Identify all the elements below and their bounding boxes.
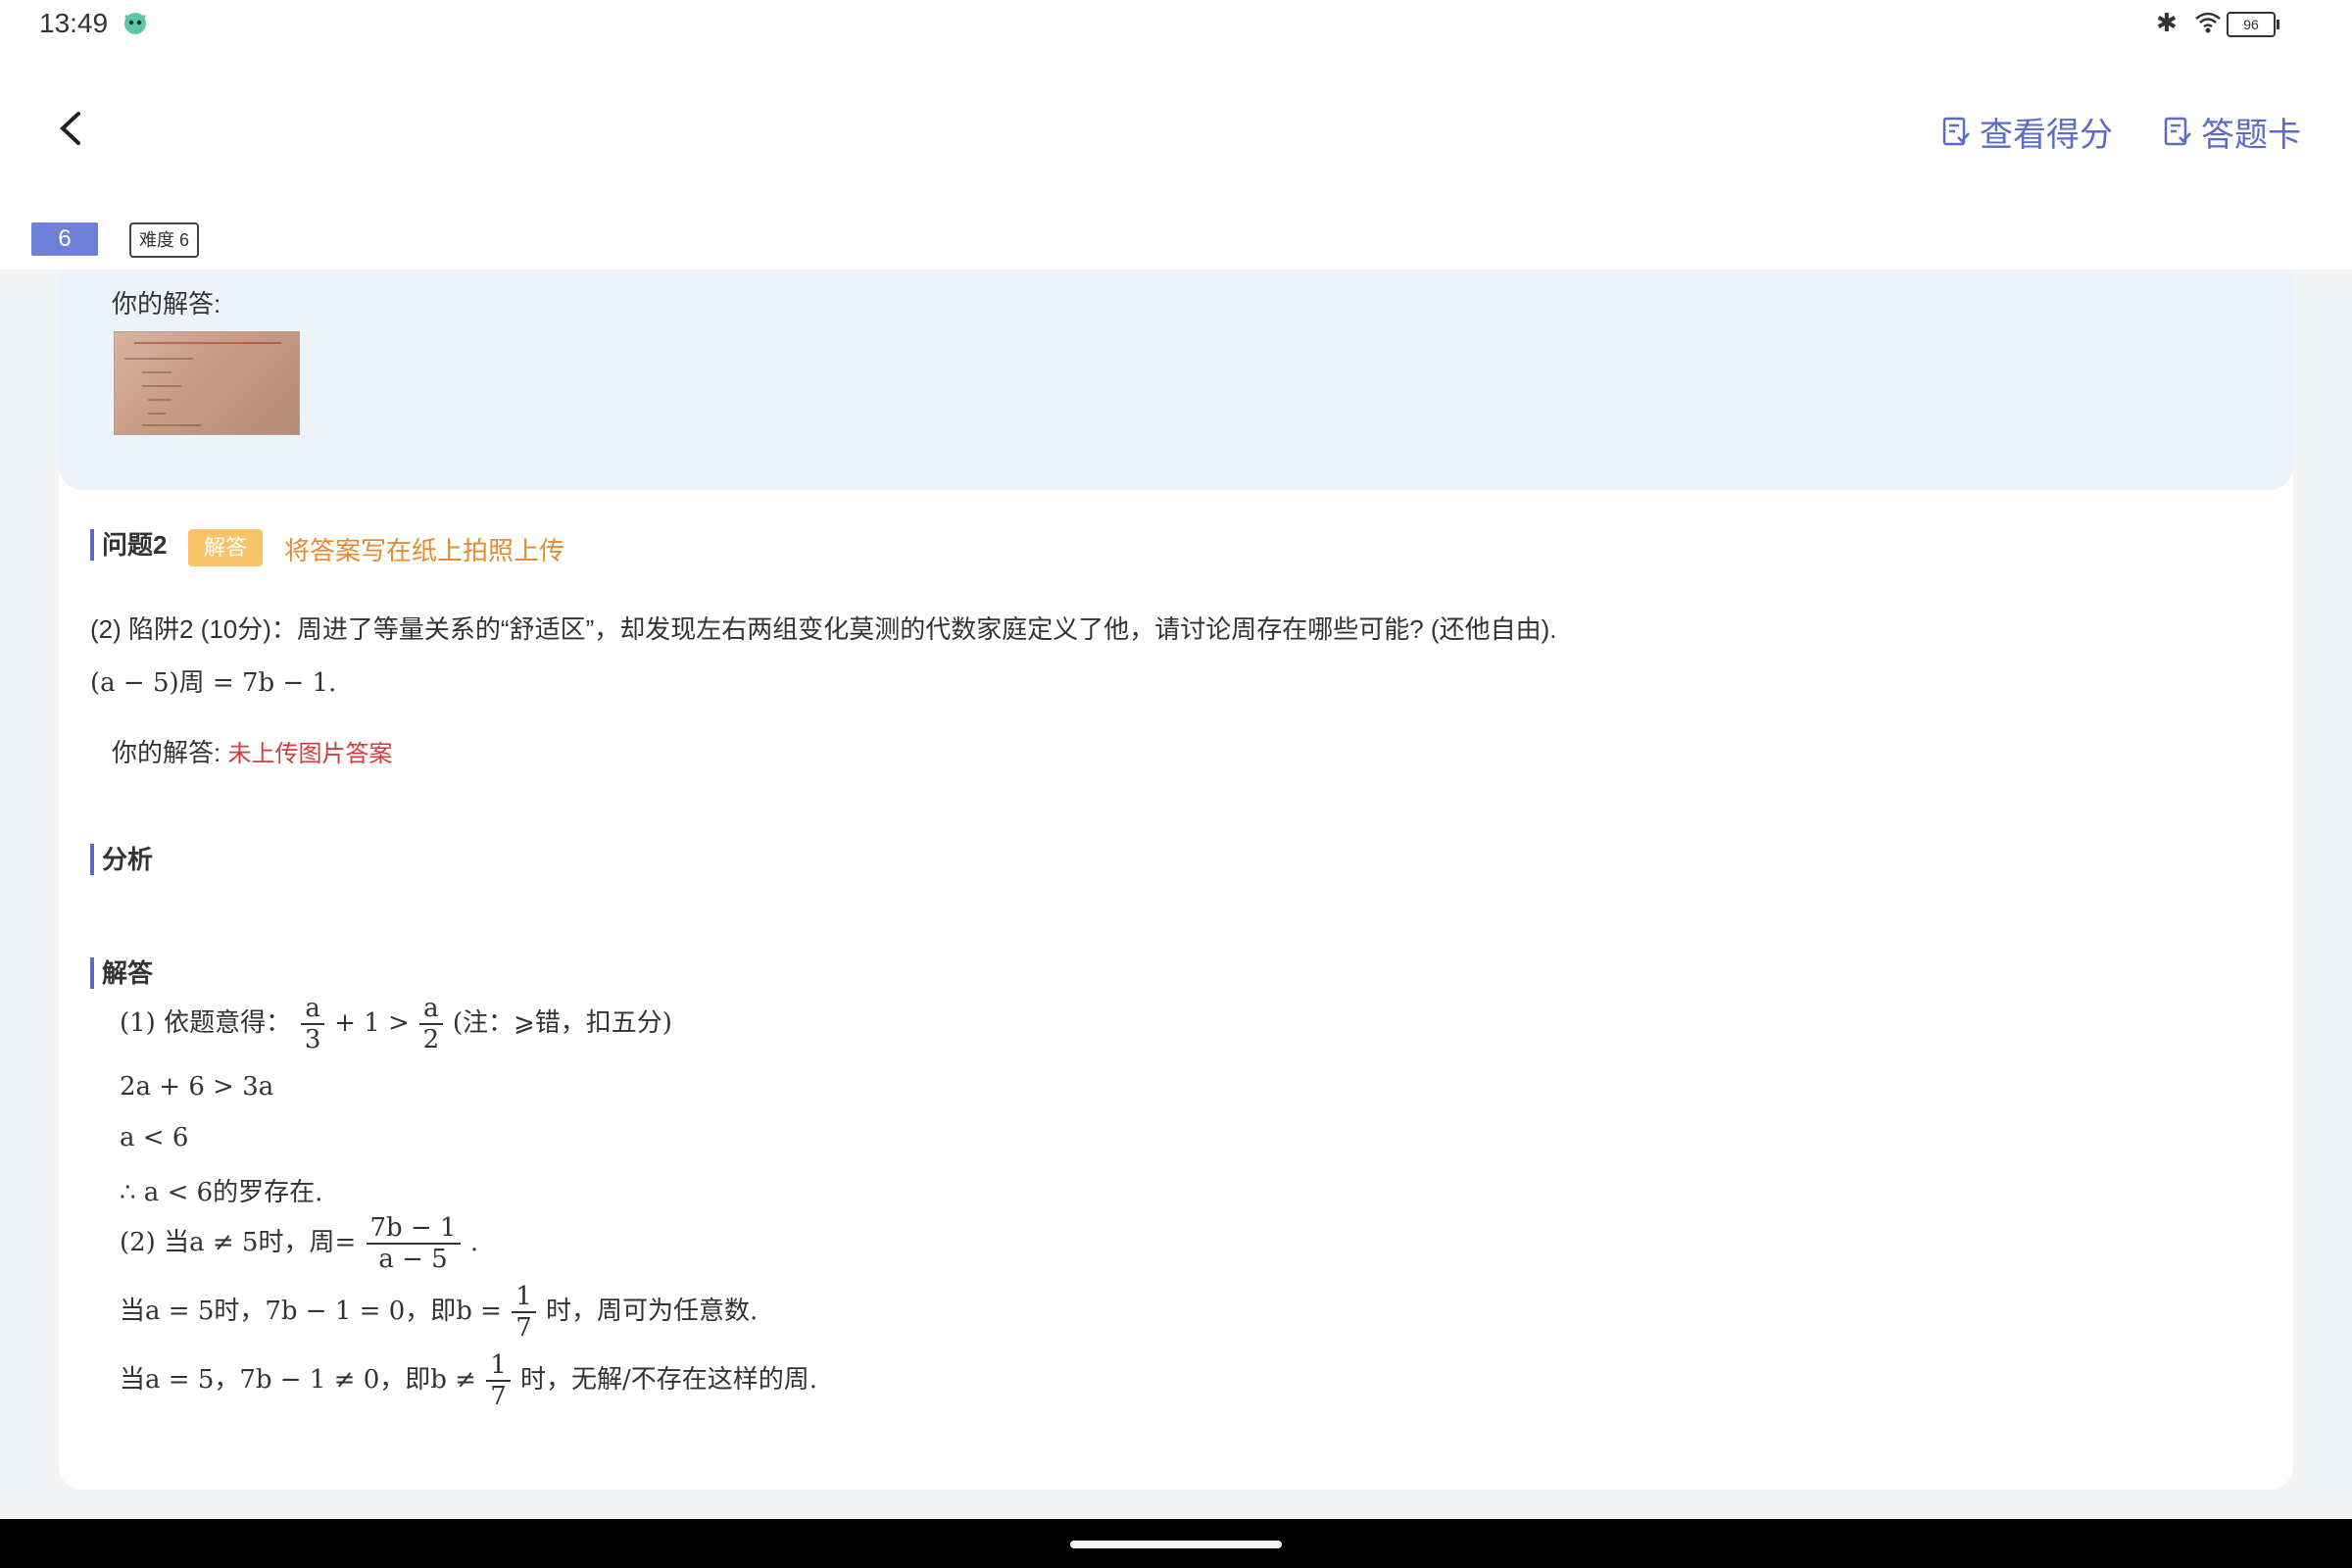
- solution-line-5: (2) 当a ≠ 5时，周= 7b − 1a − 5 .: [120, 1213, 478, 1274]
- header: 查看得分 答题卡 6 难度 6: [0, 49, 2352, 270]
- answer-card-label: 答题卡: [2201, 116, 2301, 154]
- question2-text: (2) 陷阱2 (10分)：周进了等量关系的“舒适区”，却发现左右两组变化莫测的…: [90, 614, 1557, 644]
- solution-text: .: [469, 1228, 479, 1257]
- solution-text: (2) 当a ≠ 5时，周=: [120, 1228, 357, 1257]
- your-answer-label: 你的解答:: [112, 738, 221, 767]
- answer-card-button[interactable]: 答题卡: [2162, 110, 2301, 154]
- question2-answer: 你的解答: 未上传图片答案: [112, 733, 392, 769]
- answer-status: 未上传图片答案: [227, 741, 393, 767]
- solution-line-6: 当a = 5时，7b − 1 = 0，即b = 17 时，周可为任意数.: [120, 1282, 758, 1343]
- status-time: 13:49: [39, 8, 109, 38]
- fraction: a2: [419, 994, 443, 1054]
- fraction: 17: [512, 1282, 536, 1343]
- document-icon: [2164, 117, 2191, 146]
- fraction: 17: [486, 1350, 511, 1411]
- answer-type-tag: 解答: [188, 529, 263, 566]
- system-navigation-bar: [0, 1519, 2352, 1568]
- previous-answer-area: [59, 270, 2293, 490]
- view-score-label: 查看得分: [1980, 116, 2113, 154]
- back-arrow-icon[interactable]: [49, 106, 94, 151]
- home-gesture-bar[interactable]: [1070, 1541, 1282, 1548]
- solution-text: 当a = 5时，7b − 1 = 0，即b =: [120, 1297, 502, 1326]
- solution-text: (1) 依题意得：: [120, 1008, 292, 1038]
- answer-photo-thumbnail[interactable]: [114, 331, 300, 435]
- difficulty-badge: 难度 6: [129, 222, 200, 258]
- solution-text: 当a = 5，7b − 1 ≠ 0，即b ≠: [120, 1365, 476, 1395]
- question2-title: 问题2: [90, 529, 167, 561]
- solution-text: + 1 >: [334, 1008, 410, 1038]
- solution-line-2: 2a + 6 > 3a: [120, 1072, 274, 1102]
- status-bar: 13:49 ✱ 96: [0, 0, 2352, 49]
- analysis-title: 分析: [90, 844, 153, 875]
- question-number-badge: 6: [31, 222, 98, 256]
- solution-line-1: (1) 依题意得： a3 + 1 > a2 (注：⩾错，扣五分): [120, 994, 672, 1054]
- battery-icon: 96: [2227, 12, 2279, 37]
- solution-title: 解答: [90, 957, 153, 989]
- upload-instruction: 将答案写在纸上拍照上传: [284, 536, 565, 565]
- wifi-icon: [2195, 12, 2221, 33]
- fraction: 7b − 1a − 5: [366, 1213, 461, 1274]
- bluetooth-icon: ✱: [2156, 8, 2178, 37]
- fraction: a3: [301, 994, 324, 1054]
- solution-text: 时，周可为任意数.: [546, 1297, 759, 1326]
- view-score-button[interactable]: 查看得分: [1940, 110, 2113, 154]
- solution-line-7: 当a = 5，7b − 1 ≠ 0，即b ≠ 17 时，无解/不存在这样的周.: [120, 1350, 817, 1411]
- solution-text: 时，无解/不存在这样的周.: [520, 1365, 818, 1395]
- app-notification-icon: [124, 13, 146, 34]
- solution-line-3: a < 6: [120, 1123, 189, 1152]
- question2-equation: (a − 5)周 = 7b − 1.: [90, 668, 337, 698]
- your-answer-label: 你的解答:: [112, 289, 221, 318]
- document-icon: [1942, 117, 1970, 146]
- solution-text: (注：⩾错，扣五分): [452, 1008, 672, 1038]
- solution-line-4: ∴ a < 6的罗存在.: [120, 1178, 323, 1207]
